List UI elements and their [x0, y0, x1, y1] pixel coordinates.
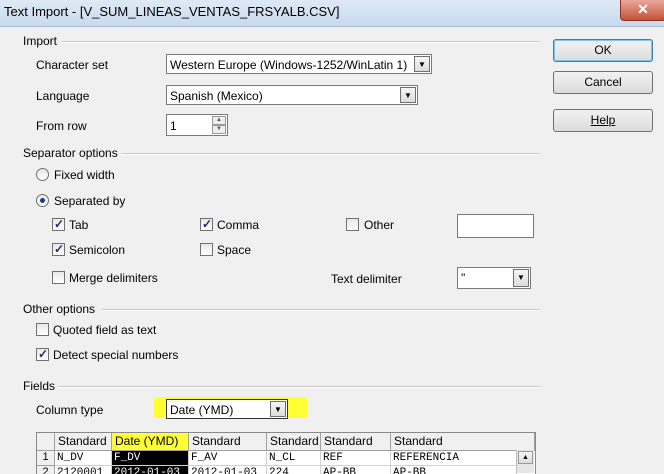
- detect-special-label: Detect special numbers: [53, 348, 179, 362]
- fields-line: [58, 386, 540, 388]
- table-cell-selected: F_DV: [112, 451, 189, 466]
- separated-by-label: Separated by: [54, 194, 126, 208]
- comma-checkbox[interactable]: [200, 217, 213, 231]
- scroll-up-icon[interactable]: ▲: [518, 451, 533, 464]
- column-header[interactable]: Standard: [391, 433, 535, 451]
- character-set-label: Character set: [36, 58, 109, 72]
- preview-grid[interactable]: Standard Date (YMD) Standard Standard St…: [36, 432, 536, 474]
- window-title: Text Import - [V_SUM_LINEAS_VENTAS_FRSYA…: [4, 4, 340, 19]
- table-cell: REF: [321, 451, 391, 466]
- column-header[interactable]: Standard: [55, 433, 112, 451]
- spin-down-icon[interactable]: ▼: [212, 125, 226, 134]
- chevron-down-icon[interactable]: ▼: [513, 269, 529, 287]
- column-header[interactable]: Standard: [267, 433, 321, 451]
- column-header-selected[interactable]: Date (YMD): [112, 433, 189, 451]
- text-delimiter-label: Text delimiter: [331, 272, 402, 286]
- title-bar: Text Import - [V_SUM_LINEAS_VENTAS_FRSYA…: [0, 0, 664, 27]
- other-label: Other: [364, 218, 395, 232]
- column-header[interactable]: Standard: [189, 433, 267, 451]
- language-select[interactable]: Spanish (Mexico) ▼: [166, 85, 418, 105]
- spin-up-icon[interactable]: ▲: [212, 116, 226, 125]
- ok-button[interactable]: OK: [553, 39, 653, 62]
- quoted-field-checkbox[interactable]: [36, 323, 49, 336]
- other-checkbox[interactable]: [346, 218, 359, 231]
- merge-delimiters-label: Merge delimiters: [69, 271, 158, 285]
- language-value: Spanish (Mexico): [170, 89, 263, 103]
- table-cell: REFERENCIA: [391, 451, 517, 466]
- table-cell: N_CL: [267, 451, 321, 466]
- column-header[interactable]: Standard: [321, 433, 391, 451]
- space-label: Space: [217, 243, 252, 257]
- close-button[interactable]: ✕: [620, 0, 664, 21]
- other-options-section-title: Other options: [23, 302, 96, 316]
- help-label: Help: [590, 113, 616, 127]
- other-input[interactable]: [457, 214, 534, 238]
- help-button[interactable]: Help: [553, 109, 653, 132]
- from-row-value: 1: [170, 119, 177, 133]
- column-type-label: Column type: [36, 403, 104, 417]
- language-label: Language: [36, 89, 90, 103]
- import-section-title: Import: [23, 34, 58, 48]
- space-checkbox[interactable]: [200, 243, 213, 256]
- quoted-field-label: Quoted field as text: [53, 323, 157, 337]
- chevron-down-icon[interactable]: ▼: [400, 87, 416, 103]
- character-set-value: Western Europe (Windows-1252/WinLatin 1): [170, 58, 408, 72]
- separated-by-radio[interactable]: [36, 194, 49, 207]
- chevron-down-icon[interactable]: ▼: [270, 401, 286, 417]
- cancel-button[interactable]: Cancel: [553, 71, 653, 94]
- close-icon: ✕: [637, 1, 649, 17]
- merge-delimiters-checkbox[interactable]: [52, 271, 65, 284]
- tab-checkbox[interactable]: [52, 217, 65, 231]
- tab-label: Tab: [69, 218, 89, 232]
- text-delimiter-select[interactable]: " ▼: [457, 267, 531, 289]
- fixed-width-label: Fixed width: [54, 168, 115, 182]
- from-row-stepper[interactable]: 1 ▲ ▼: [166, 114, 228, 136]
- character-set-select[interactable]: Western Europe (Windows-1252/WinLatin 1)…: [166, 54, 432, 74]
- fields-section-title: Fields: [23, 379, 56, 393]
- other-options-line: [101, 309, 540, 311]
- detect-special-checkbox[interactable]: [36, 347, 49, 361]
- from-row-label: From row: [36, 119, 87, 133]
- text-delimiter-value: ": [461, 271, 466, 285]
- row-number: 1: [37, 451, 55, 466]
- table-cell: F_AV: [189, 451, 267, 466]
- column-type-select[interactable]: Date (YMD) ▼: [166, 399, 288, 419]
- column-type-value: Date (YMD): [170, 403, 234, 417]
- fixed-width-radio[interactable]: [36, 168, 49, 181]
- import-separator-line: [62, 41, 540, 43]
- chevron-down-icon[interactable]: ▼: [414, 56, 430, 72]
- separator-section-title: Separator options: [23, 146, 118, 160]
- grid-scrollbar[interactable]: ▲: [516, 450, 534, 473]
- separator-section-line: [121, 153, 540, 155]
- semicolon-label: Semicolon: [69, 243, 126, 257]
- table-cell: N_DV: [55, 451, 112, 466]
- grid-corner: [37, 433, 55, 451]
- comma-label: Comma: [217, 218, 260, 232]
- semicolon-checkbox[interactable]: [52, 242, 65, 256]
